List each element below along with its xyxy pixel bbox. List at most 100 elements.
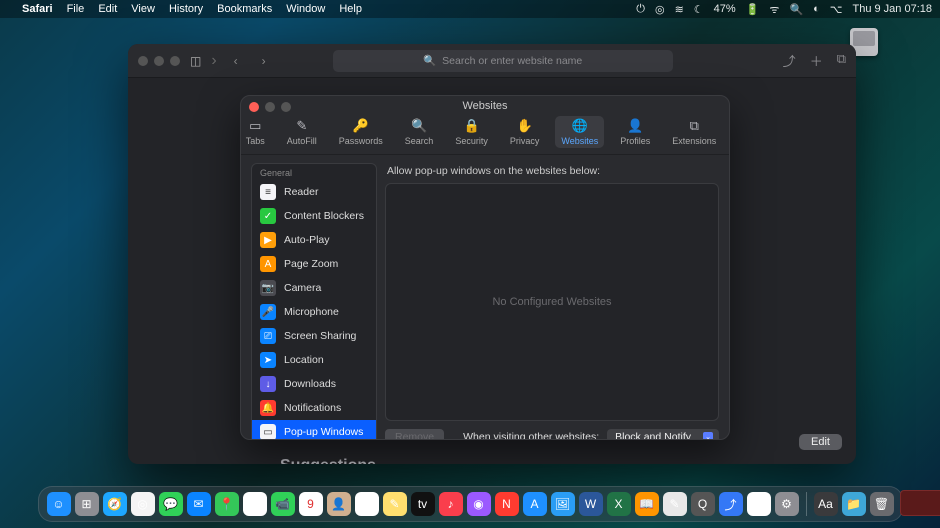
- dock-mail-icon[interactable]: ✉: [187, 492, 211, 516]
- minimize-icon[interactable]: [265, 102, 275, 112]
- dock-contacts-icon[interactable]: 👤: [327, 492, 351, 516]
- spotlight-icon[interactable]: 🔍: [789, 3, 803, 16]
- dnd-icon[interactable]: ☾: [694, 3, 704, 16]
- sidebar-item-microphone[interactable]: 🎤Microphone: [252, 300, 376, 324]
- settings-tab-autofill[interactable]: ✎AutoFill: [281, 116, 323, 148]
- search-icon: 🔍: [411, 118, 427, 134]
- dock-reminders-icon[interactable]: ≣: [355, 492, 379, 516]
- close-icon[interactable]: [138, 56, 148, 66]
- menu-help[interactable]: Help: [339, 3, 362, 15]
- menu-window[interactable]: Window: [286, 3, 325, 15]
- menu-edit[interactable]: Edit: [98, 3, 117, 15]
- sidebar-item-auto-play[interactable]: ▶Auto-Play: [252, 228, 376, 252]
- sidebar-item-label: Downloads: [284, 378, 336, 390]
- sidebar-item-camera[interactable]: 📷Camera: [252, 276, 376, 300]
- settings-tab-extensions[interactable]: ⧉Extensions: [666, 116, 722, 148]
- dock-messages-icon[interactable]: 💬: [159, 492, 183, 516]
- menu-bookmarks[interactable]: Bookmarks: [217, 3, 272, 15]
- settings-tab-passwords[interactable]: 🔑Passwords: [333, 116, 389, 148]
- close-icon[interactable]: [249, 102, 259, 112]
- sidebar-item-label: Microphone: [284, 306, 339, 318]
- sidebar-item-label: Auto-Play: [284, 234, 330, 246]
- dock-quicktime-icon[interactable]: Q: [691, 492, 715, 516]
- menu-history[interactable]: History: [169, 3, 203, 15]
- status-icon[interactable]: ≋: [675, 3, 684, 16]
- autofill-icon: ✎: [296, 118, 307, 134]
- edit-start-page-button[interactable]: Edit: [799, 434, 842, 450]
- sidebar-item-pop-up-windows[interactable]: ▭Pop-up Windows: [252, 420, 376, 440]
- settings-tab-websites[interactable]: 🌐Websites: [555, 116, 604, 148]
- minimize-icon[interactable]: [154, 56, 164, 66]
- sidebar-item-reader[interactable]: ≡Reader: [252, 180, 376, 204]
- dock-safari-icon[interactable]: 🧭: [103, 492, 127, 516]
- dock-textedit-icon[interactable]: ✎: [663, 492, 687, 516]
- zoom-icon[interactable]: [281, 102, 291, 112]
- remove-button: Remove: [385, 429, 444, 440]
- status-icon[interactable]: ◎: [655, 3, 665, 16]
- tabs-overview-icon[interactable]: ⧉: [837, 51, 846, 70]
- status-icon[interactable]: ⏻: [636, 3, 645, 16]
- wifi-icon[interactable]: ᯤ: [769, 2, 779, 17]
- dock-launchpad-icon[interactable]: ⊞: [75, 492, 99, 516]
- dock-sharing-icon[interactable]: ⤴: [719, 492, 743, 516]
- new-tab-icon[interactable]: ＋: [810, 51, 823, 70]
- dock-music-icon[interactable]: ♪: [439, 492, 463, 516]
- dock-maps-icon[interactable]: 📍: [215, 492, 239, 516]
- forward-button[interactable]: ›: [255, 52, 273, 70]
- dock-folder-icon[interactable]: 📁: [842, 492, 866, 516]
- settings-tab-profiles[interactable]: 👤Profiles: [614, 116, 656, 148]
- dock-trash-icon[interactable]: 🗑: [870, 492, 894, 516]
- dock-calendar-icon[interactable]: 9: [299, 492, 323, 516]
- dock-facetime-icon[interactable]: 📹: [271, 492, 295, 516]
- menu-file[interactable]: File: [67, 3, 85, 15]
- instruction-text: Allow pop-up windows on the websites bel…: [387, 165, 719, 177]
- dock-podcasts-icon[interactable]: ◉: [467, 492, 491, 516]
- zoom-icon[interactable]: [170, 56, 180, 66]
- security-icon: 🔒: [463, 118, 479, 134]
- safari-settings-window: Websites ⚙General▭Tabs✎AutoFill🔑Password…: [240, 95, 730, 440]
- widget-peek[interactable]: [900, 490, 940, 516]
- sidebar-item-content-blockers[interactable]: ✓Content Blockers: [252, 204, 376, 228]
- settings-tab-privacy[interactable]: ✋Privacy: [504, 116, 546, 148]
- configured-websites-list[interactable]: No Configured Websites: [385, 183, 719, 421]
- menu-view[interactable]: View: [131, 3, 155, 15]
- dock-settings-icon[interactable]: ⚙: [775, 492, 799, 516]
- sidebar-item-downloads[interactable]: ↓Downloads: [252, 372, 376, 396]
- dock-news-icon[interactable]: N: [495, 492, 519, 516]
- sidebar-item-page-zoom[interactable]: APage Zoom: [252, 252, 376, 276]
- dock-books-icon[interactable]: 📖: [635, 492, 659, 516]
- dock-freeform-icon[interactable]: ✎: [747, 492, 771, 516]
- sidebar-toggle-icon[interactable]: ◫: [190, 54, 201, 68]
- share-icon[interactable]: ⤴: [783, 51, 796, 70]
- control-center-icon[interactable]: ⌥: [830, 3, 843, 16]
- dock-photos-icon[interactable]: ✿: [243, 492, 267, 516]
- dock-chrome-icon[interactable]: ◎: [131, 492, 155, 516]
- settings-tab-security[interactable]: 🔒Security: [449, 116, 494, 148]
- notifications-icon: 🔔: [260, 400, 276, 416]
- dock-fonts-icon[interactable]: Aa: [814, 492, 838, 516]
- dock-word-icon[interactable]: W: [579, 492, 603, 516]
- dock-notes-icon[interactable]: ✎: [383, 492, 407, 516]
- dock-preview-icon[interactable]: 🖼: [551, 492, 575, 516]
- siri-icon[interactable]: ◐: [813, 3, 820, 15]
- clock[interactable]: Thu 9 Jan 07:18: [852, 3, 932, 15]
- sidebar-item-label: Camera: [284, 282, 321, 294]
- settings-tab-tabs[interactable]: ▭Tabs: [240, 116, 271, 148]
- dock-tv-icon[interactable]: tv: [411, 492, 435, 516]
- url-bar[interactable]: 🔍 Search or enter website name: [333, 50, 673, 72]
- dock-excel-icon[interactable]: X: [607, 492, 631, 516]
- sheet-window-controls[interactable]: [249, 102, 291, 112]
- battery-icon[interactable]: 🔋: [746, 3, 760, 16]
- window-controls[interactable]: [138, 56, 180, 66]
- privacy-icon: ✋: [517, 118, 533, 134]
- dock-finder-icon[interactable]: ☺: [47, 492, 71, 516]
- app-menu[interactable]: Safari: [22, 3, 53, 15]
- default-policy-select[interactable]: Block and Notify ⌄: [607, 429, 719, 440]
- reader-icon: ≡: [260, 184, 276, 200]
- dock-appstore-icon[interactable]: A: [523, 492, 547, 516]
- sidebar-item-location[interactable]: ➤Location: [252, 348, 376, 372]
- sidebar-item-screen-sharing[interactable]: ⎚Screen Sharing: [252, 324, 376, 348]
- settings-tab-search[interactable]: 🔍Search: [399, 116, 440, 148]
- back-button[interactable]: ‹: [227, 52, 245, 70]
- sidebar-item-notifications[interactable]: 🔔Notifications: [252, 396, 376, 420]
